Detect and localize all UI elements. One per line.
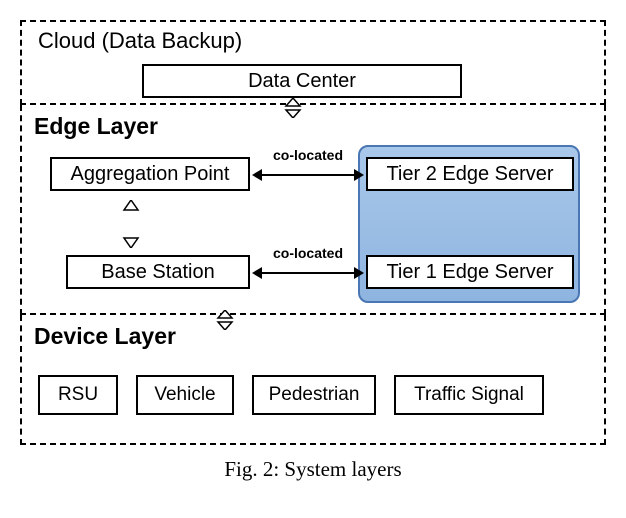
traffic-signal-box: Traffic Signal xyxy=(394,375,544,415)
tier2-edge-server-box: Tier 2 Edge Server xyxy=(366,157,574,191)
colocated-label: co-located xyxy=(258,245,358,261)
cloud-layer: Cloud (Data Backup) Data Center xyxy=(20,20,606,105)
bidir-arrow-icon xyxy=(120,200,142,253)
bidir-arrow-icon xyxy=(214,310,236,335)
edge-layer-title: Edge Layer xyxy=(34,113,158,140)
bidir-arrow-icon xyxy=(282,98,304,123)
system-layers-diagram: Cloud (Data Backup) Data Center Edge Lay… xyxy=(20,20,606,445)
bidir-harrow-icon xyxy=(254,272,362,274)
bidir-harrow-icon xyxy=(254,174,362,176)
data-center-box: Data Center xyxy=(142,64,462,98)
base-station-box: Base Station xyxy=(66,255,250,289)
aggregation-point-box: Aggregation Point xyxy=(50,157,250,191)
vehicle-box: Vehicle xyxy=(136,375,234,415)
device-layer-title: Device Layer xyxy=(34,323,176,350)
cloud-layer-title: Cloud (Data Backup) xyxy=(38,28,242,54)
figure-caption: Fig. 2: System layers xyxy=(20,457,606,482)
colocated-label: co-located xyxy=(258,147,358,163)
device-row: RSU Vehicle Pedestrian Traffic Signal xyxy=(38,375,588,415)
pedestrian-box: Pedestrian xyxy=(252,375,376,415)
edge-layer: Edge Layer Aggregation Point Base Statio… xyxy=(20,105,606,315)
tier1-edge-server-box: Tier 1 Edge Server xyxy=(366,255,574,289)
device-layer: Device Layer RSU Vehicle Pedestrian Traf… xyxy=(20,315,606,445)
rsu-box: RSU xyxy=(38,375,118,415)
